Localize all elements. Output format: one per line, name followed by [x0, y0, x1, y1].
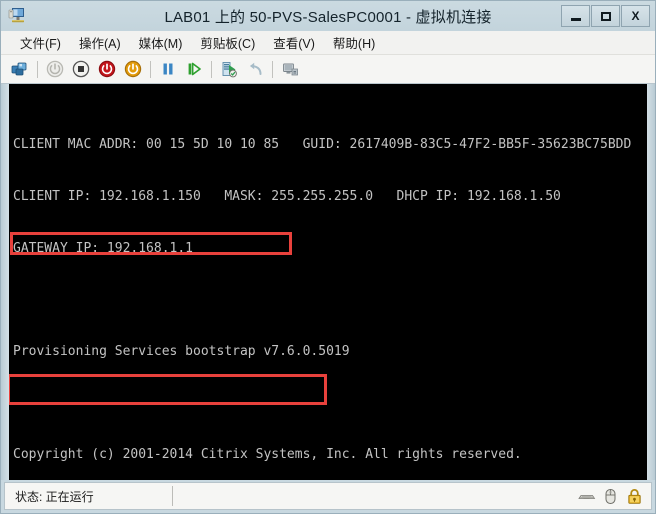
toolbar [1, 55, 655, 84]
screen-right-edge [647, 84, 655, 480]
toolbar-separator [211, 60, 212, 78]
shutdown-icon[interactable] [69, 57, 93, 81]
toolbar-separator [150, 60, 151, 78]
window-title: LAB01 上的 50-PVS-SalesPC0001 - 虚拟机连接 [164, 8, 492, 26]
maximize-icon [600, 11, 611, 21]
status-bar: 状态: 正在运行 [4, 482, 652, 510]
resume-icon[interactable] [182, 57, 206, 81]
menu-action[interactable]: 操作(A) [70, 31, 130, 55]
toolbar-separator [272, 60, 273, 78]
ctrl-alt-delete-icon[interactable] [8, 57, 32, 81]
lock-icon [624, 486, 644, 506]
revert-icon[interactable] [243, 57, 267, 81]
status-icons [576, 486, 651, 506]
toolbar-separator [37, 60, 38, 78]
terminal-line: CLIENT IP: 192.168.1.150 MASK: 255.255.2… [13, 189, 561, 204]
menu-file[interactable]: 文件(F) [11, 31, 70, 55]
virtual-machine-icon [7, 5, 29, 27]
terminal-output[interactable]: CLIENT MAC ADDR: 00 15 5D 10 10 85 GUID:… [9, 84, 647, 480]
maximize-button[interactable] [591, 5, 620, 27]
terminal-line: CLIENT MAC ADDR: 00 15 5D 10 10 85 GUID:… [13, 137, 632, 153]
menu-bar: 文件(F) 操作(A) 媒体(M) 剪贴板(C) 查看(V) 帮助(H) [1, 31, 655, 55]
mouse-icon [600, 486, 620, 506]
status-separator [171, 486, 173, 506]
minimize-button[interactable] [561, 5, 590, 27]
menu-media[interactable]: 媒体(M) [130, 31, 192, 55]
turn-off-icon[interactable] [95, 57, 119, 81]
menu-view[interactable]: 查看(V) [264, 31, 324, 55]
close-button[interactable]: X [621, 5, 650, 27]
pause-icon[interactable] [156, 57, 180, 81]
terminal-line: Provisioning Services bootstrap v7.6.0.5… [13, 343, 350, 359]
checkpoint-icon[interactable] [217, 57, 241, 81]
power-icon[interactable] [121, 57, 145, 81]
status-text: 状态: 正在运行 [15, 489, 94, 504]
keyboard-icon [576, 486, 596, 506]
menu-clipboard[interactable]: 剪贴板(C) [191, 31, 264, 55]
screen-left-edge [1, 84, 9, 480]
title-bar[interactable]: LAB01 上的 50-PVS-SalesPC0001 - 虚拟机连接 X [1, 1, 655, 31]
menu-help[interactable]: 帮助(H) [324, 31, 384, 55]
vm-connection-window: LAB01 上的 50-PVS-SalesPC0001 - 虚拟机连接 X 文件… [0, 0, 656, 514]
window-controls: X [560, 5, 653, 27]
terminal-lines: CLIENT MAC ADDR: 00 15 5D 10 10 85 GUID:… [9, 102, 647, 480]
vm-screen[interactable]: CLIENT MAC ADDR: 00 15 5D 10 10 85 GUID:… [1, 84, 655, 480]
terminal-line: GATEWAY IP: 192.168.1.1 [13, 240, 194, 256]
minimize-icon [570, 17, 581, 21]
start-icon[interactable] [43, 57, 67, 81]
terminal-line: Copyright (c) 2001-2014 Citrix Systems, … [13, 446, 522, 462]
enhanced-session-icon[interactable] [278, 57, 302, 81]
